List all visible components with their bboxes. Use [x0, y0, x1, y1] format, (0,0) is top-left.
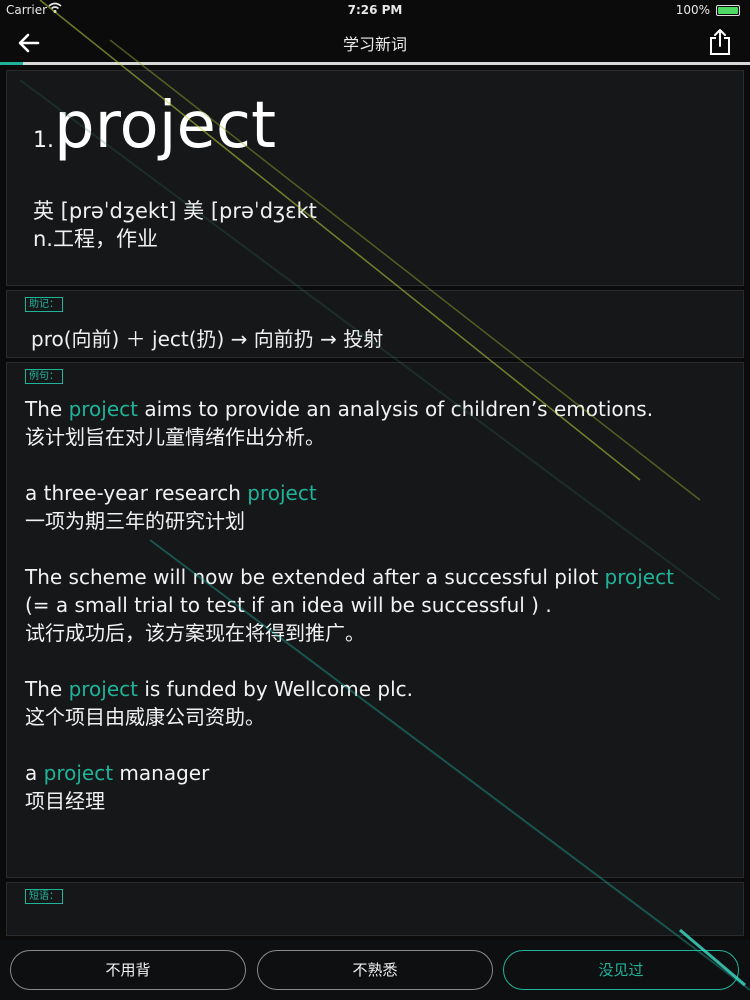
never-seen-button[interactable]: 没见过: [503, 950, 739, 990]
study-progress-bar: [0, 62, 750, 65]
word-card: 1.project 英 [prəˈdʒekt] 美 [prəˈdʒɛkt n.工…: [6, 70, 744, 286]
example-keyword: project: [43, 761, 114, 785]
example-list: The project aims to provide an analysis …: [25, 395, 737, 843]
example-english: The project aims to provide an analysis …: [25, 395, 737, 423]
example-item: a three-year research project 一项为期三年的研究计…: [25, 479, 737, 535]
example-chinese: 项目经理: [25, 789, 105, 813]
unfamiliar-button[interactable]: 不熟悉: [257, 950, 493, 990]
example-item: a project manager 项目经理: [25, 759, 737, 815]
mnemonic-text: pro(向前) ＋ ject(扔) → 向前扔 → 投射: [31, 327, 384, 351]
clock: 7:26 PM: [347, 3, 403, 17]
action-bar: 不用背 不熟悉 没见过: [0, 940, 750, 1000]
examples-card: 例句： The project aims to provide an analy…: [6, 362, 744, 878]
example-text: a: [25, 761, 44, 785]
word-phonetic: 英 [prəˈdʒekt] 美 [prəˈdʒɛkt: [33, 199, 317, 223]
battery-percent: 100%: [675, 3, 710, 17]
word-index: 1.: [33, 128, 54, 153]
example-item: The scheme will now be extended after a …: [25, 563, 737, 647]
example-keyword: project: [68, 677, 138, 701]
example-chinese: 一项为期三年的研究计划: [25, 509, 245, 533]
phrases-card: 短语：: [6, 882, 744, 936]
example-chinese: 这个项目由威康公司资助。: [25, 705, 265, 729]
example-text: The: [25, 397, 69, 421]
mnemonic-card: 助记： pro(向前) ＋ ject(扔) → 向前扔 → 投射: [6, 290, 744, 358]
share-icon[interactable]: [708, 28, 732, 56]
status-bar: Carrier 7:26 PM 100%: [0, 0, 750, 22]
example-text: aims to provide an analysis of children’…: [137, 397, 654, 421]
mnemonic-tag: 助记：: [25, 297, 63, 312]
nav-bar: 学习新词: [0, 22, 750, 64]
example-chinese: 试行成功后，该方案现在将得到推广。: [25, 621, 365, 645]
study-progress-fill: [0, 62, 23, 65]
example-english: a three-year research project: [25, 479, 737, 507]
example-keyword: project: [604, 565, 674, 589]
example-english: a project manager: [25, 759, 737, 787]
word-text: project: [54, 89, 277, 163]
phrases-tag: 短语：: [25, 889, 63, 904]
example-text: The scheme will now be extended after a …: [25, 565, 605, 589]
example-english: The project is funded by Wellcome plc.: [25, 675, 737, 703]
battery-icon: [716, 5, 740, 16]
page-title: 学习新词: [342, 35, 407, 54]
example-chinese: 该计划旨在对儿童情绪作出分析。: [25, 425, 325, 449]
example-keyword: project: [68, 397, 138, 421]
no-need-button[interactable]: 不用背: [10, 950, 246, 990]
word-meaning: n.工程，作业: [33, 227, 158, 251]
example-english: The scheme will now be extended after a …: [25, 563, 737, 591]
examples-tag: 例句：: [25, 369, 63, 384]
example-keyword: project: [247, 481, 317, 505]
example-text: is funded by Wellcome plc.: [137, 677, 414, 701]
example-item: The project aims to provide an analysis …: [25, 395, 737, 451]
example-english-note: (= a small trial to test if an idea will…: [25, 593, 552, 617]
example-text: a three-year research: [25, 481, 248, 505]
example-text: The: [25, 677, 69, 701]
example-text: manager: [113, 761, 210, 785]
word-heading: 1.project: [33, 89, 276, 163]
example-item: The project is funded by Wellcome plc. 这…: [25, 675, 737, 731]
